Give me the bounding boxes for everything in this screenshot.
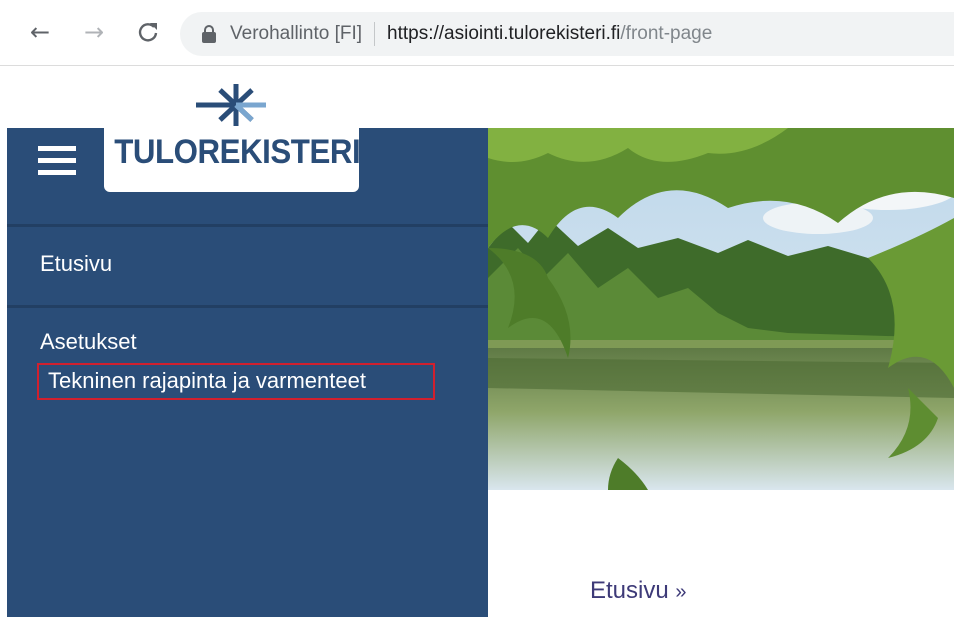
back-arrow-icon[interactable]: ← xyxy=(26,18,54,46)
logo[interactable]: TULOREKISTERI xyxy=(104,75,361,192)
address-bar[interactable]: Verohallinto [FI] https://asiointi.tulor… xyxy=(180,12,954,56)
sidebar-item-tekninen-rajapinta[interactable]: Tekninen rajapinta ja varmenteet xyxy=(37,363,435,400)
url-path: /front-page xyxy=(620,23,713,44)
logo-text: TULOREKISTERI xyxy=(114,133,361,171)
sidebar-item-asetukset[interactable]: Asetukset xyxy=(40,329,137,355)
address-divider xyxy=(374,22,376,46)
breadcrumb: Etusivu » xyxy=(590,577,687,605)
breadcrumb-etusivu[interactable]: Etusivu xyxy=(590,577,669,604)
breadcrumb-separator: » xyxy=(675,581,687,603)
sidebar-divider xyxy=(7,305,488,308)
hero-image xyxy=(488,128,954,490)
url-host: https://asiointi.tulorekisteri.fi xyxy=(387,23,621,44)
lock-icon[interactable] xyxy=(202,25,216,43)
reload-icon[interactable] xyxy=(134,18,162,46)
sidebar: Etusivu Asetukset Tekninen rajapinta ja … xyxy=(7,128,488,617)
asterisk-arrow-logo-icon xyxy=(196,84,266,126)
sidebar-divider xyxy=(7,224,488,227)
browser-toolbar: ← → Verohallinto [FI] https://asiointi.t… xyxy=(0,0,954,66)
sidebar-item-etusivu[interactable]: Etusivu xyxy=(40,251,112,277)
forward-arrow-icon[interactable]: → xyxy=(80,18,108,46)
site-identity[interactable]: Verohallinto [FI] xyxy=(230,23,362,45)
hamburger-icon[interactable] xyxy=(38,146,76,176)
